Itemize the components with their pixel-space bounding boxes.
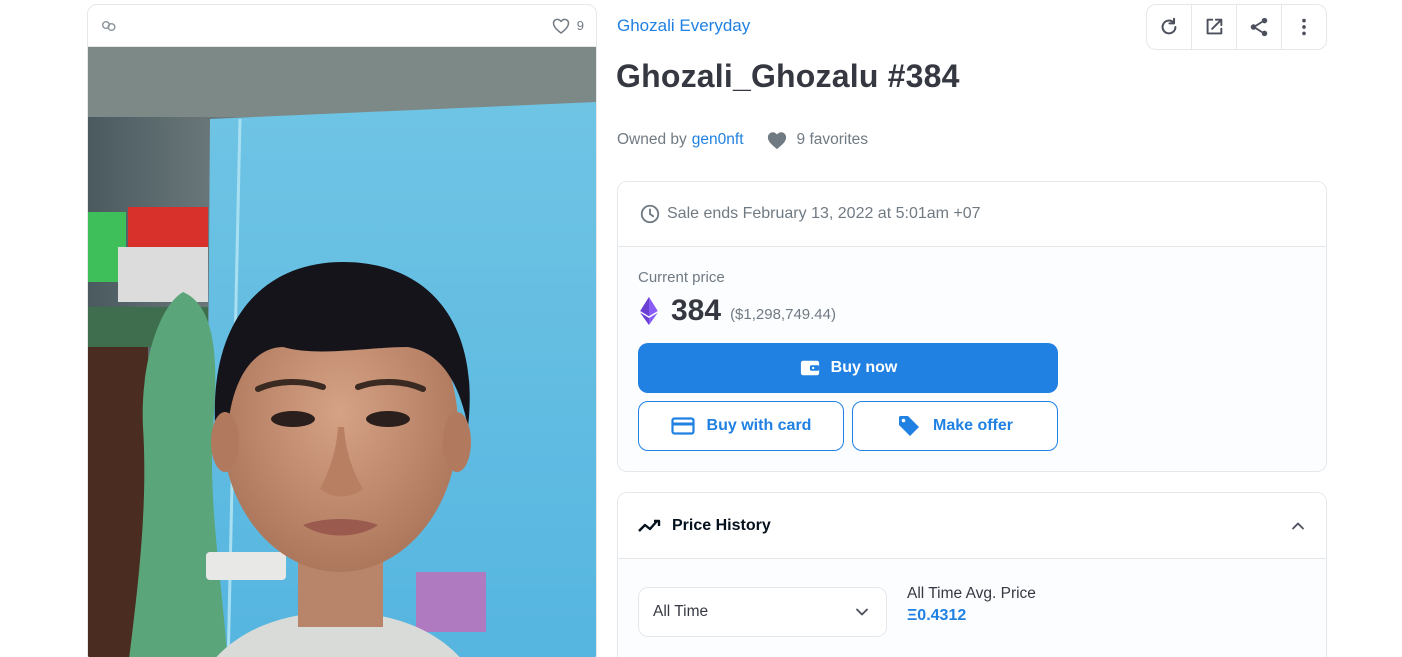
owner-link[interactable]: gen0nft — [692, 131, 744, 149]
ethereum-icon — [640, 297, 658, 325]
image-card-header: 9 — [88, 5, 596, 47]
collection-link[interactable]: Ghozali Everyday — [617, 16, 750, 36]
price-history-title: Price History — [672, 516, 771, 534]
clock-icon — [640, 204, 660, 224]
portrait-illustration — [88, 47, 596, 657]
chevron-up-icon[interactable] — [1290, 518, 1306, 534]
wallet-icon — [800, 360, 819, 376]
external-link-icon — [1206, 18, 1223, 35]
period-select[interactable]: All Time — [638, 587, 887, 637]
avg-price-value: Ξ0.4312 — [907, 607, 967, 624]
sale-ends-text: Sale ends February 13, 2022 at 5:01am +0… — [667, 205, 981, 222]
make-offer-label: Make offer — [932, 417, 1014, 434]
favorite-control[interactable]: 9 — [551, 16, 584, 36]
share-button[interactable] — [1237, 5, 1282, 49]
price-history-body: All Time All Time Avg. Price Ξ0.4312 — [618, 559, 1326, 657]
share-icon — [1250, 17, 1268, 37]
favorites-summary: 9 favorites — [766, 130, 869, 150]
heart-outline-icon[interactable] — [551, 16, 571, 36]
sale-ends: Sale ends February 13, 2022 at 5:01am +0… — [618, 182, 1326, 247]
price-row: 384 ($1,298,749.44) — [638, 294, 1306, 328]
make-offer-button[interactable]: Make offer — [852, 401, 1058, 451]
chain-icon — [100, 17, 118, 35]
ownership-row: Owned by gen0nft 9 favorites — [617, 130, 868, 150]
asset-photo[interactable] — [88, 47, 596, 657]
refresh-icon — [1161, 17, 1177, 35]
price-history-panel: Price History All Time All Time Avg. Pri… — [617, 492, 1327, 657]
asset-toolbar — [1146, 4, 1327, 50]
favorite-count: 9 — [576, 18, 584, 33]
refresh-button[interactable] — [1147, 5, 1192, 49]
more-vertical-icon — [1302, 18, 1306, 36]
asset-title: Ghozali_Ghozalu #384 — [616, 58, 960, 94]
current-price-label: Current price — [638, 269, 725, 286]
favorites-count: 9 favorites — [796, 131, 869, 148]
buy-with-card-label: Buy with card — [706, 417, 812, 434]
more-options-button[interactable] — [1282, 5, 1326, 49]
avg-price-label: All Time Avg. Price — [907, 585, 1036, 602]
owned-by-label: Owned by — [617, 131, 687, 148]
tag-icon — [898, 416, 919, 436]
buy-now-label: Buy now — [830, 359, 898, 376]
external-link-button[interactable] — [1192, 5, 1237, 49]
buy-now-button[interactable]: Buy now — [638, 343, 1058, 393]
price-usd: ($1,298,749.44) — [730, 305, 836, 323]
asset-image-card: 9 — [87, 4, 597, 657]
buy-with-card-button[interactable]: Buy with card — [638, 401, 844, 451]
price-value: 384 — [671, 294, 722, 327]
period-selected-value: All Time — [653, 603, 709, 620]
chevron-down-icon — [856, 608, 868, 616]
trending-icon — [638, 519, 661, 532]
price-area: Current price 384 ($1,298,749.44) Buy no… — [618, 247, 1326, 471]
price-history-header[interactable]: Price History — [618, 493, 1326, 559]
trade-panel: Sale ends February 13, 2022 at 5:01am +0… — [617, 181, 1327, 472]
heart-filled-icon — [767, 132, 786, 150]
credit-card-icon — [670, 417, 695, 435]
